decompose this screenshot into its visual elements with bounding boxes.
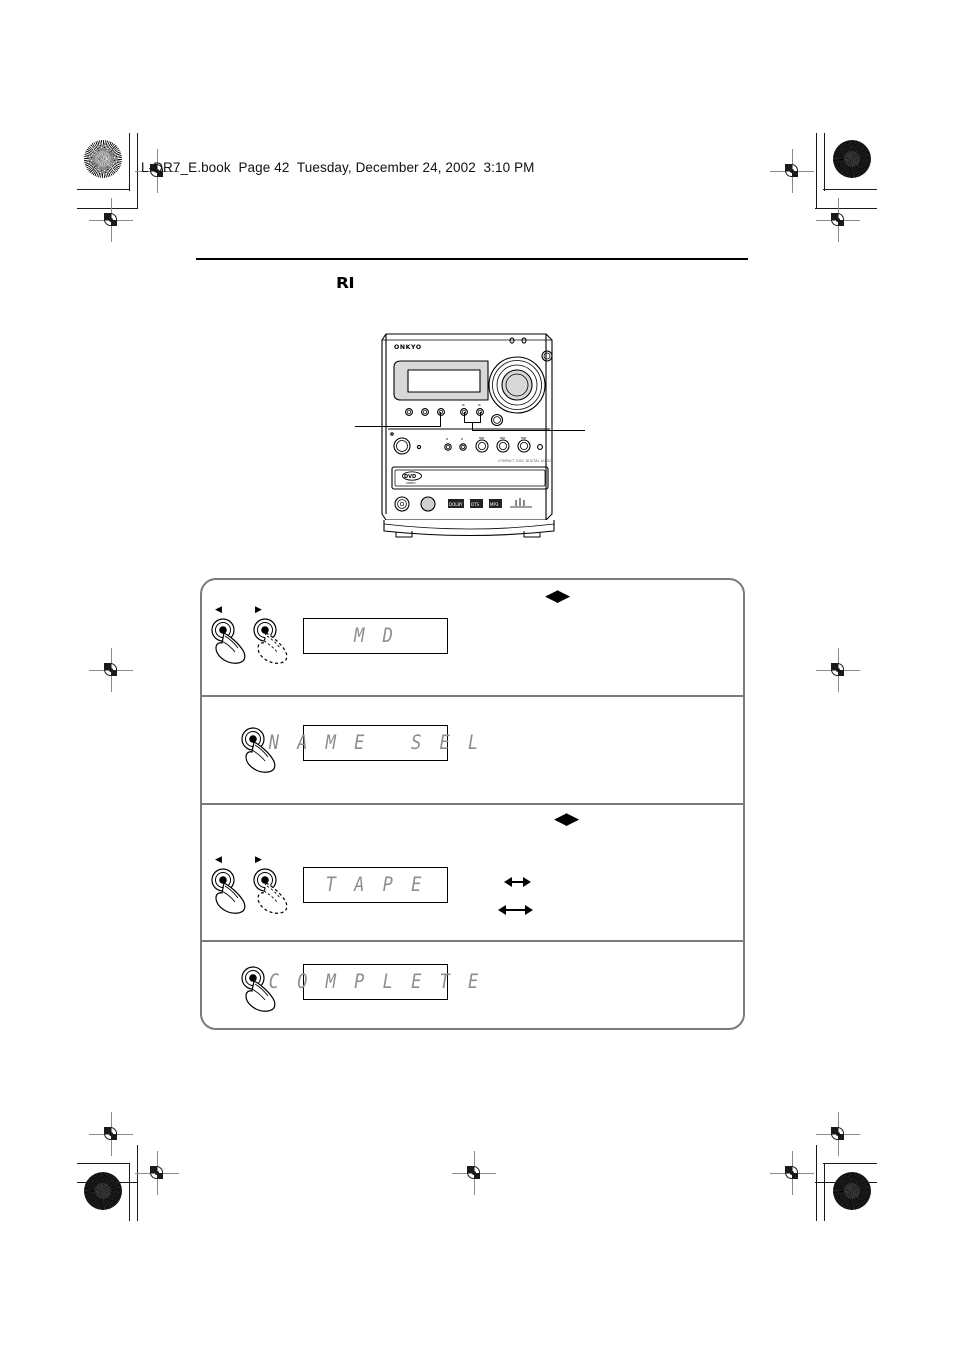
display-readout: T A P E [303, 867, 448, 903]
svg-text:DTS: DTS [471, 502, 480, 507]
display-readout: N A M E S E L [269, 725, 478, 761]
arrow-head-right [525, 905, 533, 915]
procedure-step: N A M E S E L [202, 697, 743, 805]
display-readout: C O M P L E T E [269, 964, 478, 1000]
crop-mark-line [77, 1182, 138, 1184]
left-right-marks: ◀▶ [554, 809, 579, 829]
procedure-steps-container: ◀▶ ◀ ▶ M D N A M E S E L ◀▶ ◀ ▶ T A P E … [200, 578, 745, 1030]
press-hand-icon-dashed [250, 866, 302, 927]
svg-text:COMPACT DISC DIGITAL AUDIO: COMPACT DISC DIGITAL AUDIO [498, 459, 553, 463]
stereo-system-illustration: ONKYO COMPACT DISC DIGITAL AUDIO DVD VID… [355, 328, 585, 543]
arrow-head-right [523, 877, 531, 887]
display-readout-text: T A P E [325, 873, 426, 897]
display-readout: M D [303, 618, 448, 654]
left-arrow-hint: ◀ [215, 855, 222, 865]
procedure-step: C O M P L E T E [202, 942, 743, 1028]
procedure-step: ◀▶ ◀ ▶ [202, 805, 743, 942]
left-right-marks: ◀▶ [545, 586, 570, 606]
registration-target-mid-right [816, 648, 860, 692]
registration-target-upper-left [89, 198, 133, 242]
header-rule [196, 258, 748, 260]
bidirectional-arrow-short [504, 877, 531, 887]
crop-mark-line [129, 133, 131, 191]
registration-target-upper-right [816, 198, 860, 242]
registration-target-mid-left [89, 648, 133, 692]
callout-leader-left-riser [440, 412, 442, 427]
crop-mark-line [824, 133, 826, 191]
crop-mark-line [77, 1163, 130, 1165]
right-arrow-hint: ▶ [255, 855, 262, 865]
registration-rosette-bottom-left [84, 1172, 122, 1210]
arrow-head-left [504, 877, 512, 887]
procedure-step: ◀▶ ◀ ▶ [202, 580, 743, 697]
press-hand-icon-dashed [250, 616, 302, 677]
arrow-shaft [506, 908, 525, 912]
crop-mark-line [815, 1182, 877, 1184]
crop-mark-line [823, 1163, 877, 1165]
registration-target-bottom-right [770, 1151, 814, 1195]
crop-mark-line [77, 208, 138, 210]
arrow-shaft [512, 880, 523, 884]
crop-mark-line [137, 133, 139, 209]
registration-rosette-top-left [84, 140, 122, 178]
svg-text:ONKYO: ONKYO [394, 344, 422, 351]
display-readout-text: C O M P L E T E [268, 970, 483, 994]
display-readout-text: M D [354, 624, 397, 648]
right-arrow-hint: ▶ [255, 605, 262, 615]
crop-mark-line [815, 208, 877, 210]
callout-leader-left [355, 426, 441, 428]
svg-text:DOLBY: DOLBY [449, 502, 463, 507]
registration-target-bottom-center [452, 1151, 496, 1195]
arrow-head-left [498, 905, 506, 915]
registration-target-top-right [770, 149, 814, 193]
display-readout-text: N A M E S E L [268, 731, 483, 755]
crop-mark-line [129, 1163, 131, 1221]
bidirectional-arrow-long [498, 905, 533, 915]
svg-text:VIDEO: VIDEO [406, 481, 416, 485]
left-arrow-hint: ◀ [215, 605, 222, 615]
registration-target-lower-right [816, 1112, 860, 1156]
registration-target-lower-left [89, 1112, 133, 1156]
crop-mark-line [816, 133, 818, 209]
stereo-svg: ONKYO COMPACT DISC DIGITAL AUDIO DVD VID… [381, 333, 555, 538]
book-file-header: L-DR7_E.book Page 42 Tuesday, December 2… [141, 160, 535, 175]
crop-mark-line [77, 189, 130, 191]
crop-mark-line [816, 1145, 818, 1221]
crop-mark-line [823, 189, 877, 191]
registration-rosette-bottom-right [833, 1172, 871, 1210]
registration-target-bottom-left [135, 1151, 179, 1195]
svg-text:MP3: MP3 [490, 502, 499, 507]
crop-mark-line [824, 1163, 826, 1221]
svg-text:DVD: DVD [404, 474, 416, 480]
ri-logo: RI [336, 274, 355, 292]
registration-rosette-top-right [833, 140, 871, 178]
callout-leader-right [472, 430, 585, 432]
crop-mark-line [137, 1145, 139, 1221]
